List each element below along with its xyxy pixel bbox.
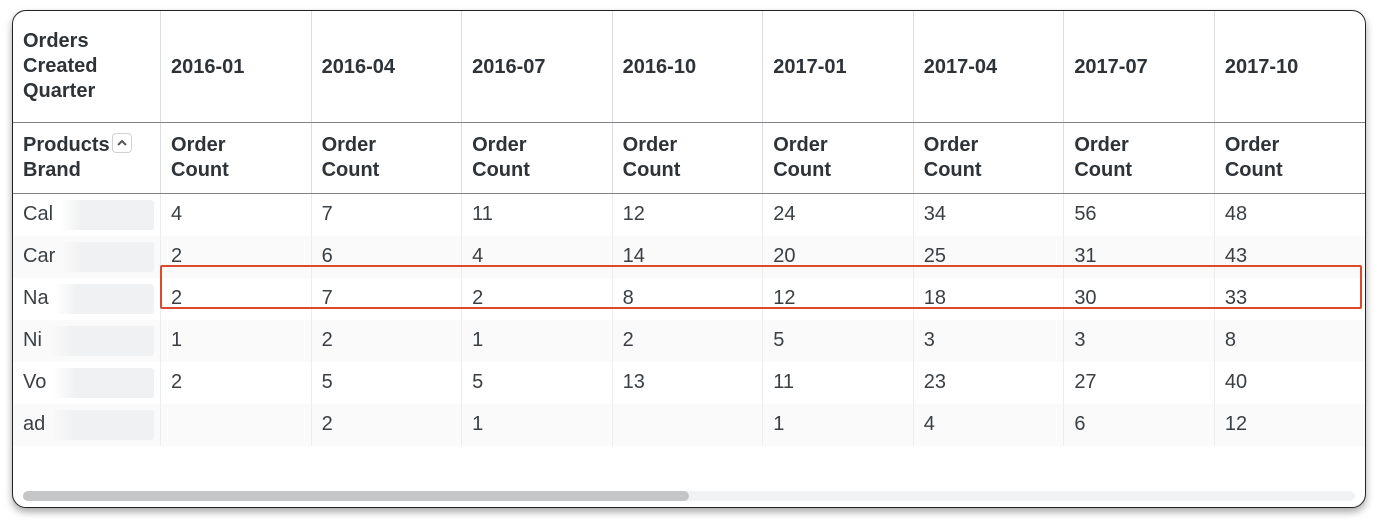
scrollbar-thumb[interactable] [23,491,689,501]
value-cell[interactable]: 11 [763,362,914,404]
value-cell[interactable]: 30 [1064,278,1215,320]
column-header[interactable]: 2016-07 [462,11,613,123]
column-header-row: OrdersCreatedQuarter 2016-01 2016-04 201… [13,11,1365,123]
value-cell[interactable]: 31 [1064,236,1215,278]
table-row[interactable]: ad 2 1 1 4 6 12 [13,404,1365,446]
value-cell[interactable]: 48 [1214,194,1365,236]
value-cell[interactable]: 14 [612,236,763,278]
metric-header-row: Products Brand OrderCount OrderCount Ord… [13,123,1365,194]
value-cell[interactable]: 1 [462,404,613,446]
value-cell[interactable]: 5 [311,362,462,404]
value-cell[interactable]: 6 [311,236,462,278]
value-cell[interactable]: 12 [612,194,763,236]
value-cell[interactable]: 2 [161,278,312,320]
value-cell[interactable]: 6 [1064,404,1215,446]
value-cell[interactable]: 40 [1214,362,1365,404]
value-cell[interactable]: 1 [462,320,613,362]
value-cell[interactable]: 5 [763,320,914,362]
value-cell[interactable]: 2 [161,236,312,278]
value-cell[interactable]: 5 [462,362,613,404]
column-header[interactable]: 2017-10 [1214,11,1365,123]
value-cell[interactable]: 3 [913,320,1064,362]
value-cell[interactable] [612,404,763,446]
value-cell[interactable]: 27 [1064,362,1215,404]
brand-cell[interactable]: ad [13,404,161,446]
value-cell[interactable]: 7 [311,278,462,320]
row-dimension-label-2: Brand [23,159,81,181]
value-cell[interactable]: 4 [462,236,613,278]
value-cell[interactable]: 3 [1064,320,1215,362]
value-cell[interactable]: 4 [913,404,1064,446]
value-cell[interactable]: 56 [1064,194,1215,236]
column-dimension-label: OrdersCreatedQuarter [23,30,97,102]
redaction-mask [49,326,154,356]
value-cell[interactable]: 8 [1214,320,1365,362]
value-cell[interactable]: 25 [913,236,1064,278]
horizontal-scrollbar[interactable] [23,491,1355,501]
brand-cell[interactable]: Car [13,236,161,278]
value-cell[interactable] [161,404,312,446]
brand-cell[interactable]: Na [13,278,161,320]
value-cell[interactable]: 24 [763,194,914,236]
brand-cell[interactable]: Cal [13,194,161,236]
chevron-up-icon [116,137,128,149]
value-cell[interactable]: 2 [311,320,462,362]
column-header[interactable]: 2017-07 [1064,11,1215,123]
table-row[interactable]: Car 2 6 4 14 20 25 31 43 [13,236,1365,278]
column-header[interactable]: 2016-04 [311,11,462,123]
redaction-mask [61,242,154,272]
metric-header[interactable]: OrderCount [161,123,312,194]
row-dimension-label-1: Products [23,134,110,156]
value-cell[interactable]: 18 [913,278,1064,320]
value-cell[interactable]: 2 [311,404,462,446]
metric-header[interactable]: OrderCount [1214,123,1365,194]
value-cell[interactable]: 20 [763,236,914,278]
value-cell[interactable]: 34 [913,194,1064,236]
pivot-table-card: OrdersCreatedQuarter 2016-01 2016-04 201… [12,10,1366,508]
value-cell[interactable]: 12 [1214,404,1365,446]
table-row[interactable]: Cal 4 7 11 12 24 34 56 48 [13,194,1365,236]
redaction-mask [61,200,154,230]
column-header[interactable]: 2017-04 [913,11,1064,123]
metric-header[interactable]: OrderCount [462,123,613,194]
metric-header[interactable]: OrderCount [763,123,914,194]
metric-header[interactable]: OrderCount [1064,123,1215,194]
value-cell[interactable]: 4 [161,194,312,236]
table-row[interactable]: Vo 2 5 5 13 11 23 27 40 [13,362,1365,404]
brand-cell[interactable]: Ni [13,320,161,362]
metric-header[interactable]: OrderCount [913,123,1064,194]
table-row[interactable]: Ni 1 2 1 2 5 3 3 8 [13,320,1365,362]
metric-header[interactable]: OrderCount [311,123,462,194]
pivot-table: OrdersCreatedQuarter 2016-01 2016-04 201… [13,11,1365,446]
value-cell[interactable]: 43 [1214,236,1365,278]
column-header[interactable]: 2016-10 [612,11,763,123]
redaction-mask [53,368,154,398]
brand-cell[interactable]: Vo [13,362,161,404]
value-cell[interactable]: 13 [612,362,763,404]
column-dimension-header[interactable]: OrdersCreatedQuarter [13,11,161,123]
value-cell[interactable]: 12 [763,278,914,320]
value-cell[interactable]: 33 [1214,278,1365,320]
value-cell[interactable]: 1 [161,320,312,362]
value-cell[interactable]: 1 [763,404,914,446]
value-cell[interactable]: 2 [612,320,763,362]
column-header[interactable]: 2017-01 [763,11,914,123]
value-cell[interactable]: 11 [462,194,613,236]
redaction-mask [55,284,154,314]
column-header[interactable]: 2016-01 [161,11,312,123]
value-cell[interactable]: 2 [462,278,613,320]
metric-header[interactable]: OrderCount [612,123,763,194]
value-cell[interactable]: 23 [913,362,1064,404]
value-cell[interactable]: 2 [161,362,312,404]
row-dimension-header[interactable]: Products Brand [13,123,161,194]
redaction-mask [51,410,154,440]
table-row[interactable]: Na 2 7 2 8 12 18 30 33 [13,278,1365,320]
value-cell[interactable]: 8 [612,278,763,320]
value-cell[interactable]: 7 [311,194,462,236]
collapse-toggle[interactable] [112,133,132,153]
